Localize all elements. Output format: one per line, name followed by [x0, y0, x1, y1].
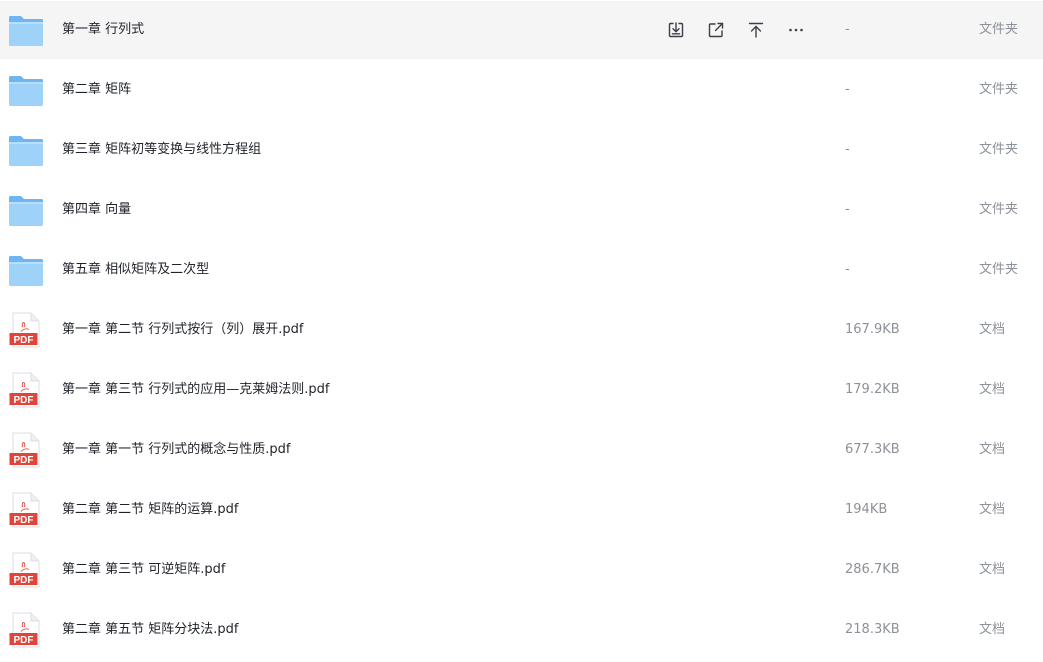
file-type: 文档	[979, 622, 1006, 637]
pdf-file-icon: PDF	[8, 552, 44, 588]
share-button[interactable]	[704, 19, 728, 41]
file-size: 179.2KB	[845, 382, 900, 397]
file-size: 218.3KB	[845, 622, 900, 637]
svg-text:PDF: PDF	[14, 455, 34, 466]
file-row[interactable]: 第二章 矩阵 - 文件夹	[0, 61, 1043, 119]
pdf-file-icon: PDF	[8, 312, 44, 348]
folder-icon	[8, 72, 44, 108]
file-name[interactable]: 第二章 第五节 矩阵分块法.pdf	[62, 601, 238, 659]
download-button[interactable]	[664, 19, 688, 41]
pdf-file-icon: PDF	[8, 372, 44, 408]
file-name[interactable]: 第五章 相似矩阵及二次型	[62, 241, 209, 299]
file-type: 文档	[979, 382, 1006, 397]
file-name[interactable]: 第二章 矩阵	[62, 61, 131, 119]
file-size: -	[845, 142, 850, 157]
file-type: 文件夹	[979, 142, 1019, 157]
pdf-file-icon: PDF	[8, 432, 44, 468]
file-size: -	[845, 262, 850, 277]
svg-text:PDF: PDF	[14, 335, 34, 346]
file-type: 文件夹	[979, 262, 1019, 277]
move-to-top-icon	[747, 21, 765, 39]
file-type: 文档	[979, 502, 1006, 517]
file-type: 文档	[979, 322, 1006, 337]
file-name[interactable]: 第二章 第三节 可逆矩阵.pdf	[62, 541, 225, 599]
file-name[interactable]: 第二章 第二节 矩阵的运算.pdf	[62, 481, 238, 539]
svg-text:PDF: PDF	[14, 575, 34, 586]
file-row[interactable]: PDF 第二章 第二节 矩阵的运算.pdf 194KB 文档	[0, 481, 1043, 539]
file-row[interactable]: PDF 第一章 第二节 行列式按行（列）展开.pdf 167.9KB 文档	[0, 301, 1043, 359]
file-size: 677.3KB	[845, 442, 900, 457]
file-type: 文件夹	[979, 82, 1019, 97]
folder-icon	[8, 132, 44, 168]
file-type: 文档	[979, 562, 1006, 577]
file-row[interactable]: PDF 第一章 第三节 行列式的应用—克莱姆法则.pdf 179.2KB 文档	[0, 361, 1043, 419]
file-size: 286.7KB	[845, 562, 900, 577]
more-icon	[787, 21, 805, 39]
folder-icon	[8, 12, 44, 48]
svg-text:PDF: PDF	[14, 515, 34, 526]
file-row[interactable]: PDF 第二章 第五节 矩阵分块法.pdf 218.3KB 文档	[0, 601, 1043, 659]
file-size: -	[845, 22, 850, 37]
file-row[interactable]: 第四章 向量 - 文件夹	[0, 181, 1043, 239]
file-name[interactable]: 第四章 向量	[62, 181, 131, 239]
row-actions	[664, 19, 808, 41]
share-icon	[707, 21, 725, 39]
folder-icon	[8, 192, 44, 228]
more-button[interactable]	[784, 19, 808, 41]
file-type: 文件夹	[979, 22, 1019, 37]
file-row[interactable]: 第三章 矩阵初等变换与线性方程组 - 文件夹	[0, 121, 1043, 179]
pdf-file-icon: PDF	[8, 492, 44, 528]
file-list: 第一章 行列式 - 文件夹 第二章 矩阵 - 文件夹 第三章 矩阵初等变换与线性方程组 -…	[0, 0, 1043, 662]
file-row[interactable]: 第五章 相似矩阵及二次型 - 文件夹	[0, 241, 1043, 299]
file-row[interactable]: PDF 第一章 第一节 行列式的概念与性质.pdf 677.3KB 文档	[0, 421, 1043, 479]
file-name[interactable]: 第一章 第二节 行列式按行（列）展开.pdf	[62, 301, 303, 359]
file-name[interactable]: 第三章 矩阵初等变换与线性方程组	[62, 121, 261, 179]
file-size: 167.9KB	[845, 322, 900, 337]
file-size: 194KB	[845, 502, 888, 517]
download-icon	[667, 21, 685, 39]
file-name[interactable]: 第一章 第一节 行列式的概念与性质.pdf	[62, 421, 290, 479]
file-size: -	[845, 82, 850, 97]
file-name[interactable]: 第一章 第三节 行列式的应用—克莱姆法则.pdf	[62, 361, 329, 419]
move-to-top-button[interactable]	[744, 19, 768, 41]
svg-text:PDF: PDF	[14, 635, 34, 646]
file-row[interactable]: PDF 第二章 第三节 可逆矩阵.pdf 286.7KB 文档	[0, 541, 1043, 599]
file-type: 文件夹	[979, 202, 1019, 217]
file-type: 文档	[979, 442, 1006, 457]
folder-icon	[8, 252, 44, 288]
file-size: -	[845, 202, 850, 217]
svg-text:PDF: PDF	[14, 395, 34, 406]
file-name[interactable]: 第一章 行列式	[62, 1, 144, 59]
pdf-file-icon: PDF	[8, 612, 44, 648]
file-row[interactable]: 第一章 行列式 - 文件夹	[0, 1, 1043, 59]
